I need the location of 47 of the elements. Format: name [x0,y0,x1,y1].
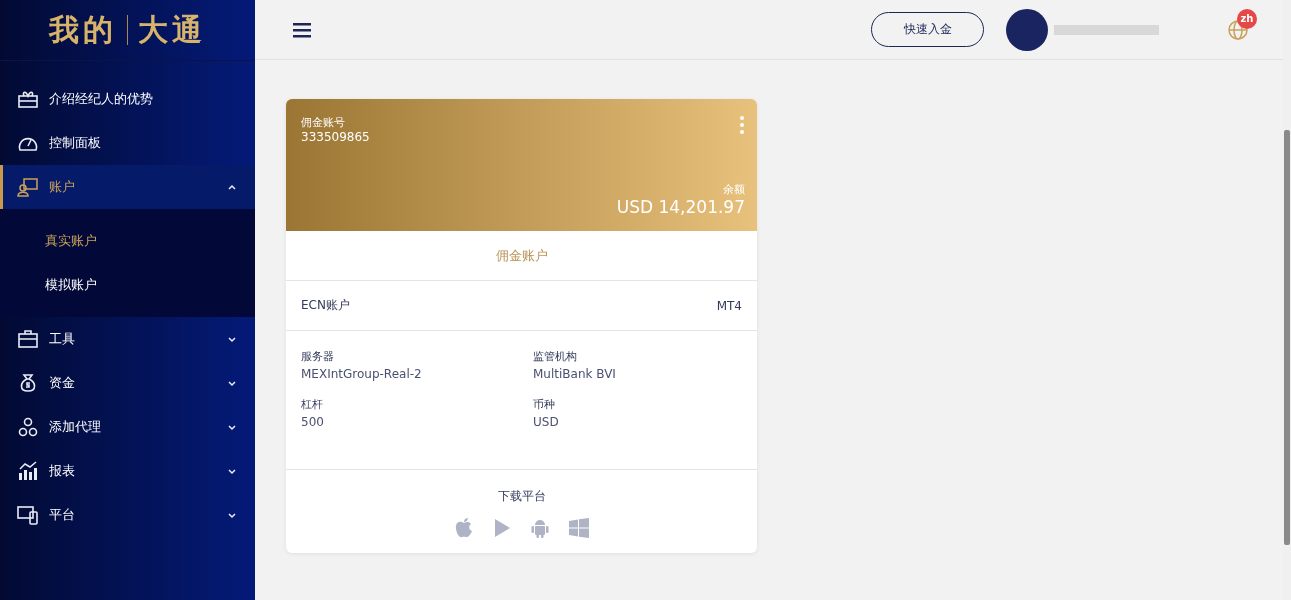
chart-icon [17,461,39,481]
submenu-item[interactable]: 模拟账户 [0,263,255,307]
sidebar-item[interactable]: 工具 [0,317,255,361]
detail-label: 币种 [533,397,556,412]
users-icon [17,417,39,437]
logo-text: 我的 [49,10,117,49]
chevron-icon [227,466,237,476]
android-icon[interactable] [529,517,550,539]
menu-icon[interactable] [293,21,311,38]
sidebar-item[interactable]: 账户 [0,165,255,209]
gift-icon [17,89,39,109]
chevron-icon [227,334,237,344]
more-icon[interactable] [739,115,745,135]
detail-value: MultiBank BVI [533,367,617,381]
account-icon [17,177,39,197]
detail-label: 服务器 [301,349,335,364]
account-number: 333509865 [301,130,370,144]
account-number-label: 佣金账号 [301,115,346,130]
sidebar-item[interactable]: 平台 [0,493,255,537]
sidebar-item[interactable]: 资金 [0,361,255,405]
account-type: 佣金账户 [495,246,548,265]
detail-value: 500 [301,415,325,429]
detail-value: MEXIntGroup-Real-2 [301,367,423,381]
chevron-icon [227,422,237,432]
sidebar-item[interactable]: 介绍经纪人的优势 [0,77,255,121]
sidebar-item[interactable]: 报表 [0,449,255,493]
apple-icon[interactable] [453,517,474,539]
chevron-icon [227,378,237,388]
avatar[interactable] [1006,8,1048,51]
download-label: 下载平台 [497,488,546,505]
briefcase-icon [17,329,39,349]
sidebar-item[interactable]: 控制面板 [0,121,255,165]
devices-icon [17,505,39,525]
chevron-icon [227,182,237,192]
submenu-item[interactable]: 真实账户 [0,219,255,263]
detail-label: 杠杆 [301,397,324,412]
platform-name: MT4 [716,298,742,313]
detail-value: USD [533,415,560,429]
balance-value: USD 14,201.97 [616,197,745,217]
language-badge: zh [1237,8,1257,29]
account-kind: ECN账户 [301,297,350,314]
sidebar-item[interactable]: 添加代理 [0,405,255,449]
logo-text: 大通 [138,10,206,49]
detail-label: 监管机构 [533,349,578,364]
chevron-icon [227,510,237,520]
balance-label: 余额 [723,182,745,197]
windows-icon[interactable] [567,517,590,539]
